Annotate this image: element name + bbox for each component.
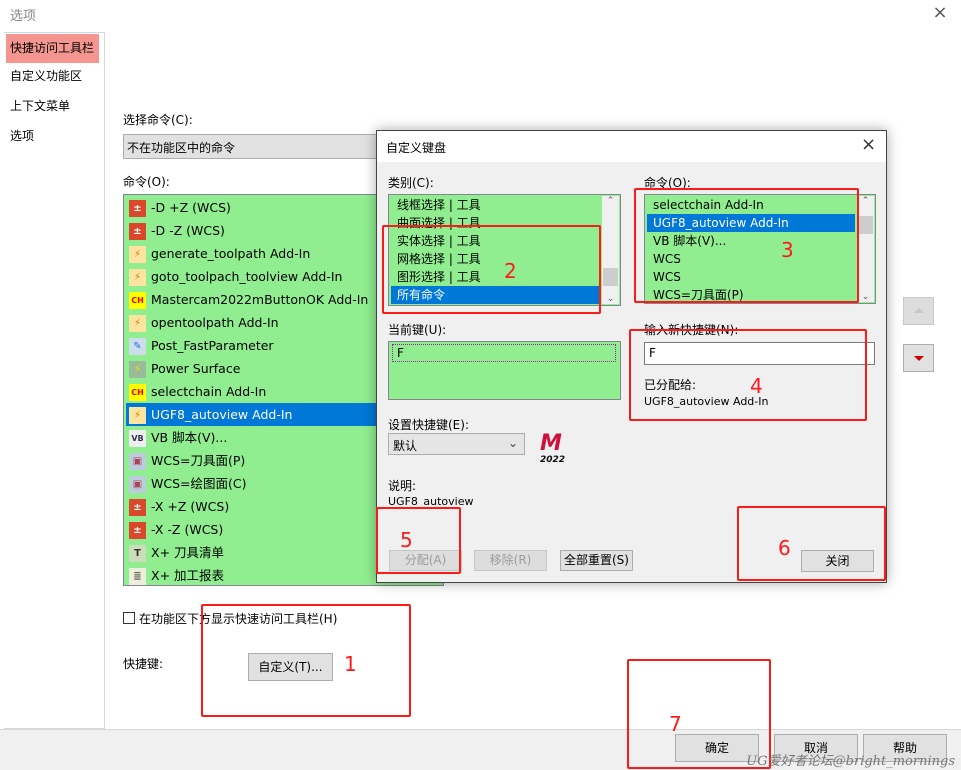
set-shortcut-value: 默认 — [393, 439, 418, 453]
addin-icon: ⚡ — [129, 315, 146, 332]
remove-button[interactable]: 移除(R) — [474, 550, 547, 571]
annotation-number-4: 4 — [750, 374, 763, 398]
shortcut-label: 快捷键: — [123, 657, 164, 671]
annotation-number-1: 1 — [344, 652, 357, 676]
nav-item-options[interactable]: 选项 — [6, 122, 99, 151]
command-label: UGF8_autoview Add-In — [151, 407, 293, 422]
watermark: UG爱好者论坛@bright_mornings — [746, 754, 955, 769]
command-label: Power Surface — [151, 361, 241, 376]
triangle-down-icon — [913, 356, 924, 361]
current-key-item[interactable]: F — [392, 344, 616, 362]
command-label: -X +Z (WCS) — [151, 499, 230, 514]
current-key-list[interactable]: F — [388, 341, 621, 400]
vb-icon: VB — [129, 430, 146, 447]
addin-icon: ⚡ — [129, 269, 146, 286]
command-label: WCS=刀具面(P) — [151, 453, 246, 468]
command-label: goto_toolpach_toolview Add-In — [151, 269, 343, 284]
annotation-box-5 — [376, 507, 461, 574]
command-label: Mastercam2022mButtonOK Add-In — [151, 292, 369, 307]
close-icon[interactable]: × — [930, 2, 950, 23]
wcs-icon: ± — [129, 499, 146, 516]
command-label: selectchain Add-In — [151, 384, 267, 399]
annotation-box-2 — [382, 225, 601, 314]
command-label: Post_FastParameter — [151, 338, 274, 353]
mastercam-logo: M 2022 — [540, 431, 566, 466]
command-label: opentoolpath Add-In — [151, 315, 279, 330]
current-key-label: 当前键(U): — [388, 323, 447, 337]
report-icon: ≣ — [129, 568, 146, 585]
move-up-button[interactable] — [903, 297, 934, 325]
command-label: WCS=绘图面(C) — [151, 476, 247, 491]
dialog-title: 自定义键盘 — [386, 141, 447, 155]
set-shortcut-select[interactable]: 默认 ⌄ — [388, 433, 525, 455]
nav-item-context-menu[interactable]: 上下文菜单 — [6, 92, 99, 121]
tool-list-icon: T — [129, 545, 146, 562]
set-shortcut-label: 设置快捷键(E): — [388, 418, 469, 432]
nav-item-customize-ribbon[interactable]: 自定义功能区 — [6, 62, 99, 91]
wcs-icon: ± — [129, 223, 146, 240]
addin-icon: ⚡ — [129, 407, 146, 424]
wcs-icon: ± — [129, 200, 146, 217]
category-label: 类别(C): — [388, 176, 434, 190]
ch-icon: CH — [129, 384, 146, 401]
annotation-number-6: 6 — [778, 536, 791, 560]
wcs-plane-icon: ▣ — [129, 453, 146, 470]
annotation-number-7: 7 — [669, 712, 682, 736]
command-label: -D +Z (WCS) — [151, 200, 231, 215]
sidebar-nav: 快捷访问工具栏 自定义功能区 上下文菜单 选项 — [4, 32, 105, 729]
command-label: X+ 加工报表 — [151, 568, 225, 583]
annotation-box-3 — [634, 188, 859, 303]
commands-label: 命令(O): — [123, 175, 170, 189]
category-scrollbar[interactable]: ⌃ ⌄ — [602, 196, 619, 304]
show-below-checkbox[interactable] — [123, 612, 135, 624]
annotation-box-1 — [201, 604, 411, 717]
command-label: generate_toolpath Add-In — [151, 246, 311, 261]
wcs-plane-icon: ▣ — [129, 476, 146, 493]
triangle-up-icon — [913, 308, 924, 313]
window-title: 选项 — [10, 9, 37, 24]
move-down-button[interactable] — [903, 344, 934, 372]
command-label: -D -Z (WCS) — [151, 223, 225, 238]
annotation-number-2: 2 — [504, 259, 517, 283]
pencil-icon: ✎ — [129, 338, 146, 355]
annotation-box-4 — [629, 329, 867, 421]
addin-icon: ⚡ — [129, 246, 146, 263]
dialog-close-icon[interactable]: × — [861, 134, 876, 155]
ch-icon: CH — [129, 292, 146, 309]
dialog-title-bar: 自定义键盘 × — [377, 131, 886, 162]
nav-item-quick-access[interactable]: 快捷访问工具栏 — [6, 34, 99, 63]
choose-command-label: 选择命令(C): — [123, 113, 193, 127]
power-surface-icon: ⚡ — [129, 361, 146, 378]
command-scrollbar[interactable]: ⌃ ⌄ — [857, 196, 874, 302]
command-label: VB 脚本(V)... — [151, 430, 228, 445]
reset-all-button[interactable]: 全部重置(S) — [560, 550, 633, 571]
annotation-number-3: 3 — [781, 238, 794, 262]
annotation-number-5: 5 — [400, 528, 413, 552]
chevron-down-icon: ⌄ — [507, 436, 518, 450]
wcs-icon: ± — [129, 522, 146, 539]
command-label: -X -Z (WCS) — [151, 522, 224, 537]
description-label: 说明: — [388, 479, 417, 493]
list-item[interactable]: 线框选择 | 工具 — [391, 196, 601, 214]
command-label: X+ 刀具清单 — [151, 545, 225, 560]
annotation-box-6 — [737, 506, 886, 581]
